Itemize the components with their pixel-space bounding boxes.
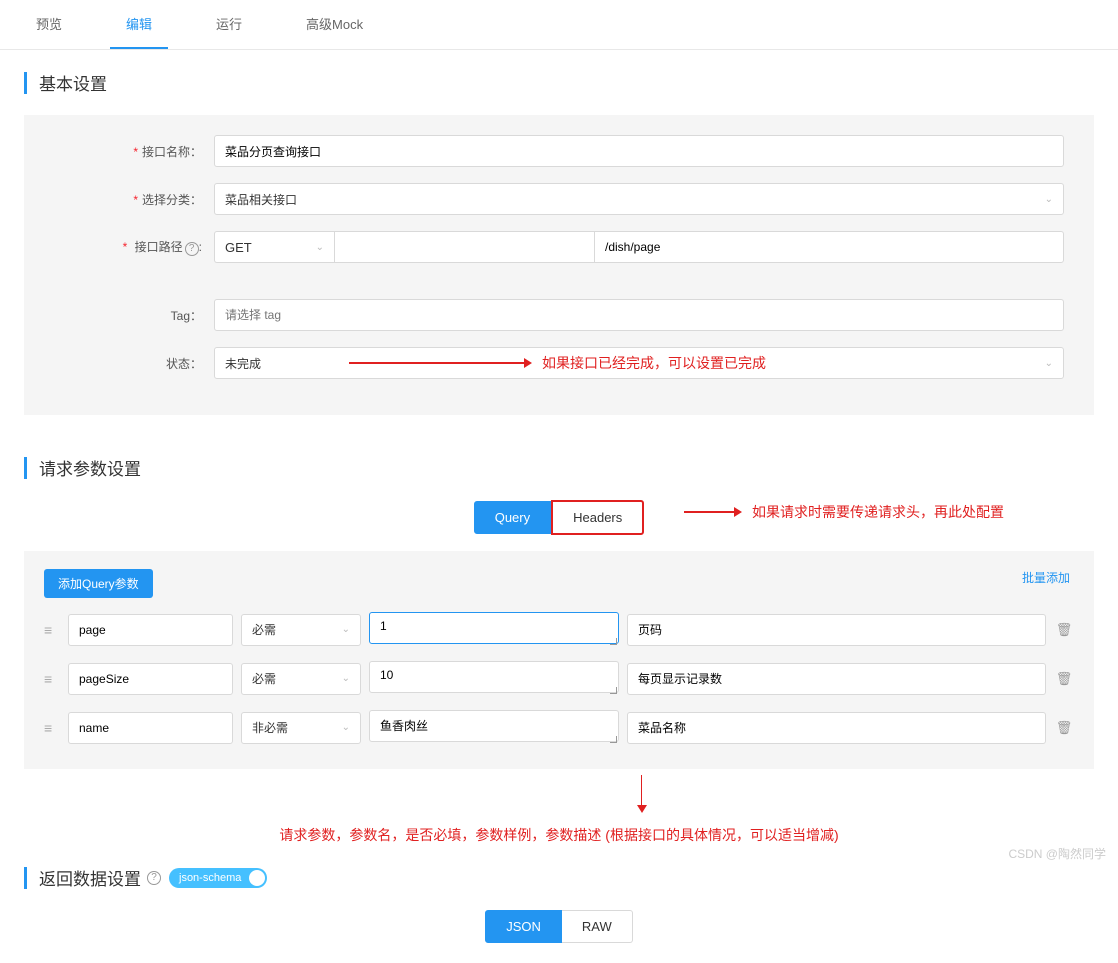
tab-edit[interactable]: 编辑 [110,0,168,49]
path-label: 接口路径?: [54,238,214,256]
annotation-arrow-down [189,775,1094,813]
title-bar [24,867,27,889]
request-subtabs: Query Headers 如果请求时需要传递请求头，再此处配置 [24,500,1094,535]
param-required-select[interactable]: 非必需 ⌄ [241,712,361,744]
method-value: GET [225,240,252,255]
param-desc-input[interactable] [627,614,1046,646]
response-tabs: JSON RAW [24,910,1094,943]
trash-icon[interactable]: 🗑 [1054,720,1074,736]
param-example-input[interactable]: 10 [369,661,619,693]
category-row: 选择分类： 菜品相关接口 ⌄ [54,183,1064,215]
param-name-input[interactable] [68,712,233,744]
tab-preview[interactable]: 预览 [20,0,78,49]
help-icon[interactable]: ? [185,242,199,256]
request-params-section: 请求参数设置 Query Headers 如果请求时需要传递请求头，再此处配置 … [0,435,1118,865]
path-row: 接口路径?: GET ⌄ [54,231,1064,263]
param-row: ≡ 必需 ⌄ 10 🗑 [44,661,1074,696]
subtab-query[interactable]: Query [474,501,551,534]
status-row: 状态： 未完成 ⌄ 如果接口已经完成，可以设置已完成 [54,347,1064,379]
status-value: 未完成 [225,355,261,372]
tab-mock[interactable]: 高级Mock [290,0,379,49]
param-required-select[interactable]: 必需 ⌄ [241,614,361,646]
section-title: 返回数据设置 ? json-schema [24,865,1094,890]
param-desc-input[interactable] [627,712,1046,744]
resp-tab-json[interactable]: JSON [485,910,562,943]
subtab-headers[interactable]: Headers [551,500,644,535]
chevron-down-icon: ⌄ [342,722,350,733]
param-row: ≡ 必需 ⌄ 1 🗑 [44,612,1074,647]
basic-settings-section: 基本设置 接口名称： 选择分类： 菜品相关接口 ⌄ 接口路径?: GET ⌄ [0,50,1118,435]
toggle-circle [249,870,265,886]
basic-title: 基本设置 [39,70,107,95]
tag-label: Tag： [54,307,214,324]
trash-icon[interactable]: 🗑 [1054,622,1074,638]
trash-icon[interactable]: 🗑 [1054,671,1074,687]
drag-handle-icon[interactable]: ≡ [44,622,60,638]
headers-annotation-group: 如果请求时需要传递请求头，再此处配置 [684,502,1004,522]
watermark: CSDN @陶然同学 [1008,845,1106,862]
chevron-down-icon: ⌄ [342,624,350,635]
drag-handle-icon[interactable]: ≡ [44,671,60,687]
path-group: GET ⌄ [214,231,1064,263]
category-select[interactable]: 菜品相关接口 ⌄ [214,183,1064,215]
main-tabs: 预览 编辑 运行 高级Mock [0,0,1118,50]
resize-handle[interactable] [609,735,617,743]
response-section: 返回数据设置 ? json-schema JSON RAW [0,865,1118,963]
help-icon[interactable]: ? [147,871,161,885]
drag-handle-icon[interactable]: ≡ [44,720,60,736]
tag-row: Tag： [54,299,1064,331]
json-schema-toggle[interactable]: json-schema [169,868,267,888]
status-annotation: 如果接口已经完成，可以设置已完成 [542,353,766,373]
title-bar [24,72,27,94]
category-value: 菜品相关接口 [225,191,297,208]
basic-form-panel: 接口名称： 选择分类： 菜品相关接口 ⌄ 接口路径?: GET ⌄ [24,115,1094,415]
param-name-input[interactable] [68,663,233,695]
name-row: 接口名称： [54,135,1064,167]
resize-handle[interactable] [609,637,617,645]
section-title: 请求参数设置 [24,455,1094,480]
add-query-button[interactable]: 添加Query参数 [44,569,153,598]
annotation-arrow: 如果接口已经完成，可以设置已完成 [349,353,766,373]
param-required-select[interactable]: 必需 ⌄ [241,663,361,695]
query-panel: 添加Query参数 批量添加 ≡ 必需 ⌄ 1 🗑 ≡ 必需 ⌄ 10 🗑 [24,551,1094,769]
base-path-input[interactable] [334,231,594,263]
param-name-input[interactable] [68,614,233,646]
chevron-down-icon: ⌄ [1045,194,1053,205]
tab-run[interactable]: 运行 [200,0,258,49]
category-label: 选择分类： [54,191,214,208]
resize-handle[interactable] [609,686,617,694]
section-title: 基本设置 [24,70,1094,95]
method-select[interactable]: GET ⌄ [214,231,334,263]
chevron-down-icon: ⌄ [1045,358,1053,369]
param-example-input[interactable]: 鱼香肉丝 [369,710,619,742]
status-label: 状态： [54,355,214,372]
chevron-down-icon: ⌄ [316,242,324,253]
headers-annotation: 如果请求时需要传递请求头，再此处配置 [752,502,1004,522]
path-input[interactable] [594,231,1064,263]
params-annotation: 请求参数，参数名，是否必填，参数样例，参数描述 (根据接口的具体情况，可以适当增… [24,825,1094,845]
name-input[interactable] [214,135,1064,167]
title-bar [24,457,27,479]
response-title: 返回数据设置 [39,865,141,890]
name-label: 接口名称： [54,143,214,160]
param-example-input[interactable]: 1 [369,612,619,644]
resp-tab-raw[interactable]: RAW [562,910,633,943]
param-row: ≡ 非必需 ⌄ 鱼香肉丝 🗑 [44,710,1074,745]
request-title: 请求参数设置 [39,455,141,480]
chevron-down-icon: ⌄ [342,673,350,684]
batch-add-link[interactable]: 批量添加 [1022,569,1070,586]
param-desc-input[interactable] [627,663,1046,695]
tag-input[interactable] [214,299,1064,331]
